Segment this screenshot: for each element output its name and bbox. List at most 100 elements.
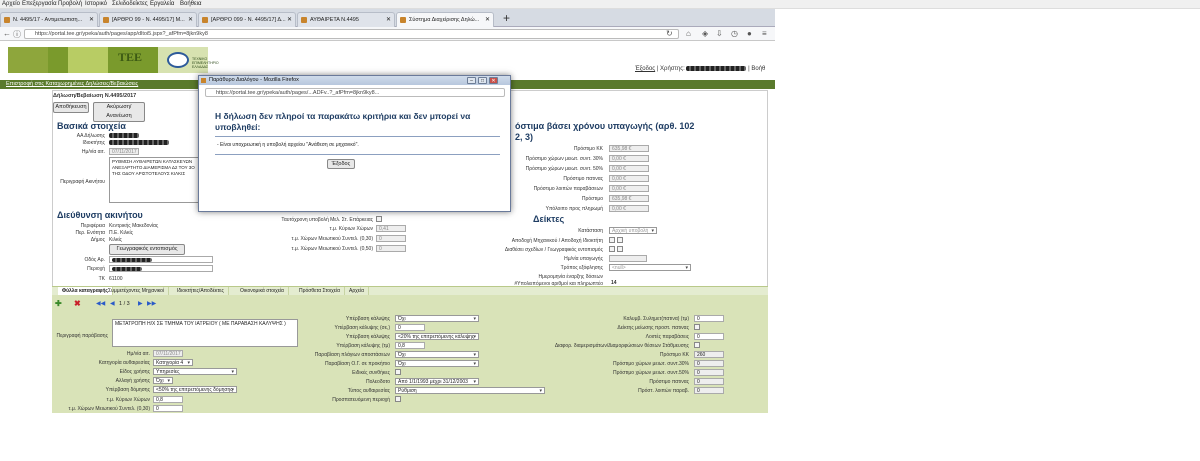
save-button[interactable]: Αποθήκευση	[53, 102, 89, 113]
menu-history[interactable]: Ιστορικό	[85, 1, 107, 7]
middle-checkbox[interactable]	[395, 369, 401, 375]
middle-select[interactable]: Όχι	[395, 351, 479, 358]
right-input[interactable]: 0	[694, 378, 724, 385]
middle-input[interactable]: 0	[395, 324, 425, 331]
section-address: Διεύθυνση ακινήτου	[57, 210, 143, 220]
fine-value[interactable]: 0,00 €	[609, 175, 649, 182]
menu-bookmarks[interactable]: Σελιδοδείκτες	[112, 1, 148, 7]
first-page-icon[interactable]: ◀◀	[96, 300, 105, 307]
rec-area-field[interactable]: 0,8	[153, 396, 183, 403]
info-icon[interactable]: ⓘ	[13, 29, 21, 40]
indicator-check-1[interactable]	[609, 237, 615, 243]
browser-tab[interactable]: [ΑΡΘΡΟ 099 - Ν. 4495/17] Δ... ✕	[198, 12, 296, 27]
menu-file[interactable]: Αρχείο	[2, 1, 20, 7]
mid-area-label: τ.μ. Κύριων Χώρων	[329, 226, 373, 232]
menu-edit[interactable]: Επεξεργασία	[22, 1, 57, 7]
fine-value[interactable]: 635,98 €	[609, 195, 649, 202]
close-icon[interactable]: ✕	[188, 13, 193, 27]
home-icon[interactable]: ⌂	[686, 29, 691, 38]
mid-coef2-field[interactable]: 0	[376, 245, 406, 252]
browser-tab-active[interactable]: Σύστημα Διαχείρισης Δηλώ... ✕	[396, 12, 494, 27]
right-input[interactable]: 0	[694, 369, 724, 376]
fine-value[interactable]: 0,00 €	[609, 185, 649, 192]
close-icon[interactable]: ✕	[89, 13, 94, 27]
rec-change-select[interactable]: Όχι	[153, 377, 173, 384]
right-checkbox[interactable]	[694, 342, 700, 348]
tab-favicon-icon	[400, 17, 406, 23]
indicator-check-4[interactable]	[617, 246, 623, 252]
status-select[interactable]: Αρχική υποβολή	[609, 227, 657, 234]
middle-checkbox[interactable]	[395, 396, 401, 402]
rec-exceed-select[interactable]: <50% της επιτρεπόμενης δόμησης	[153, 386, 237, 393]
mid-coef1-label: τ.μ. Χώρων Μειωτικού Συντελ. (0,30)	[291, 236, 373, 242]
pocket-icon[interactable]: ◈	[702, 29, 708, 38]
cancel-button[interactable]: Ακύρωση/Ανανέωση	[93, 102, 145, 122]
right-input[interactable]: 260	[694, 351, 724, 358]
rec-desc-textarea[interactable]: ΜΕΤΑΤΡΟΠΗ Η/Χ ΣΕ ΤΜΗΜΑ ΤΟΥ ΙΑΤΡΕΙΟΥ ( ΜΕ…	[112, 319, 298, 347]
fine-value[interactable]: 635,98 €	[609, 145, 649, 152]
download-icon[interactable]: ⇩	[716, 29, 723, 38]
right-input[interactable]: 0	[694, 387, 724, 394]
payment-select[interactable]: <null>	[609, 264, 691, 271]
divider	[215, 136, 500, 137]
indicator-check-2[interactable]	[617, 237, 623, 243]
menu-help[interactable]: Βοήθεια	[180, 1, 202, 7]
menu-icon[interactable]: ≡	[762, 29, 767, 38]
fine-value[interactable]: 0,00 €	[609, 155, 649, 162]
fine-value[interactable]: 0,00 €	[609, 165, 649, 172]
area-input[interactable]	[109, 265, 213, 272]
delete-icon[interactable]: ✖	[74, 299, 81, 308]
rec-use-select[interactable]: Υπηρεσίες	[153, 368, 237, 375]
menu-view[interactable]: Προβολή	[58, 1, 82, 7]
close-icon[interactable]: ✕	[386, 13, 391, 27]
right-checkbox[interactable]	[694, 324, 700, 330]
mid-checkbox[interactable]	[376, 216, 382, 222]
middle-select[interactable]: Όχι	[395, 315, 479, 322]
indicator-date-field[interactable]	[609, 255, 647, 262]
middle-label: Τύπος αυθαιρεσίας	[347, 388, 390, 394]
next-page-icon[interactable]: ▶	[138, 300, 143, 307]
browser-tab[interactable]: ΑΥΘΑΙΡΕΤΑ Ν.4495 ✕	[297, 12, 395, 27]
rec-date-field[interactable]: 07/11/2017	[153, 350, 183, 357]
right-input[interactable]: 0	[694, 315, 724, 322]
help-link[interactable]: | Βοήθ	[748, 66, 765, 72]
minimize-icon[interactable]: –	[467, 77, 476, 84]
browser-tab[interactable]: [ΑΡΘΡΟ 99 - Ν. 4495/17] Μ... ✕	[99, 12, 197, 27]
middle-select[interactable]: Όχι	[395, 360, 479, 367]
close-icon[interactable]: ✕	[489, 77, 498, 84]
fine-value[interactable]: 0,00 €	[609, 205, 649, 212]
right-input[interactable]: 0	[694, 333, 724, 340]
middle-select[interactable]: <20% της επιτρεπόμενης κάλυψης	[395, 333, 479, 340]
middle-input[interactable]: 0,8	[395, 342, 425, 349]
menu-tools[interactable]: Εργαλεία	[150, 1, 174, 7]
indicator-check-3[interactable]	[609, 246, 615, 252]
url-bar[interactable]: https://portal.tee.gr/ypeka/auth/pages/a…	[24, 29, 679, 39]
dialog-exit-button[interactable]: Έξοδος	[327, 159, 355, 169]
browser-tab[interactable]: Ν. 4495/17 - Αντιμετωπιση... ✕	[0, 12, 98, 27]
add-icon[interactable]: ✚	[55, 299, 62, 308]
geo-locate-button[interactable]: Γεωγραφικός εντοπισμός	[109, 244, 185, 255]
date-field[interactable]: 07/11/2017	[109, 148, 139, 155]
reload-icon[interactable]: ↻	[666, 29, 673, 38]
street-input[interactable]	[109, 256, 213, 263]
rec-coef-field[interactable]: 0	[153, 405, 183, 412]
maximize-icon[interactable]: □	[478, 77, 487, 84]
prev-page-icon[interactable]: ◀	[110, 300, 115, 307]
close-icon[interactable]: ✕	[485, 13, 490, 27]
right-input[interactable]: 0	[694, 360, 724, 367]
municipality-label: Δήμος	[90, 237, 105, 243]
history-icon[interactable]: ◷	[731, 29, 738, 38]
last-page-icon[interactable]: ▶▶	[147, 300, 156, 307]
middle-select[interactable]: Από 1/1/1993 μέχρι 31/12/2003	[395, 378, 479, 385]
mid-area-field[interactable]: 0,41	[376, 225, 406, 232]
description-textarea[interactable]: ΡΥΘΜΙΣΗ ΑΥΘΑΙΡΕΤΩΝ ΚΑΤΑΣΚΕΥΩΝ ΑΝΕΞΑΡΤΗΤΟ…	[109, 157, 201, 203]
exit-link[interactable]: Έξοδος	[635, 66, 655, 72]
mid-coef1-field[interactable]: 0	[376, 235, 406, 242]
back-icon[interactable]: ←	[3, 29, 11, 38]
back-link[interactable]: Επιστροφή στις Καταχωρημένες Δηλώσεις/Βε…	[6, 81, 138, 87]
close-icon[interactable]: ✕	[287, 13, 292, 27]
mid-check-label: Ταυτόχρονη υποβολή Μελ. Στ. Επάρκειας	[281, 217, 373, 223]
extension-icon[interactable]: ●	[747, 29, 752, 38]
rec-cat-select[interactable]: Κατηγορία 4	[153, 359, 193, 366]
new-tab-icon[interactable]: +	[503, 11, 510, 25]
